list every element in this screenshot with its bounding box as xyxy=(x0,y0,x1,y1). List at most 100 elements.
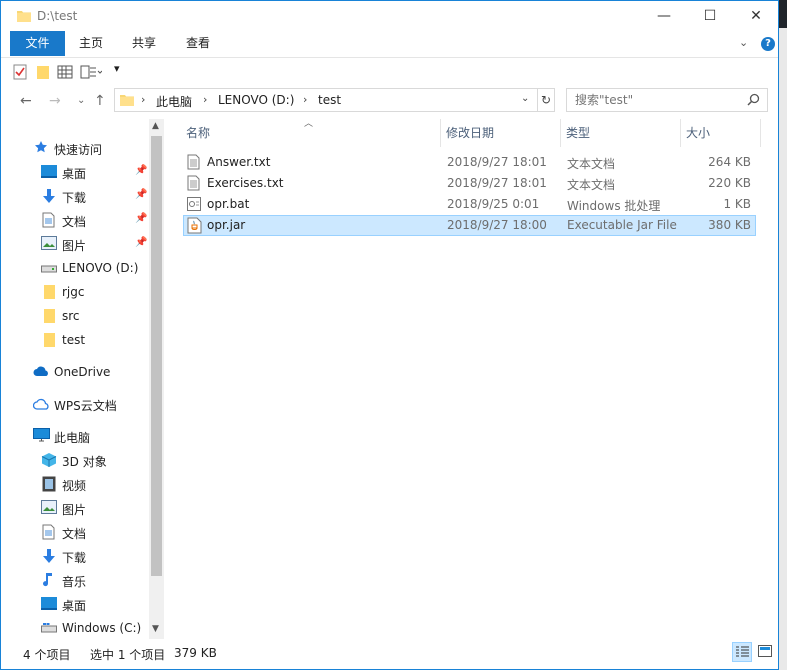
large-icons-view-icon xyxy=(758,645,772,660)
nav-item-test[interactable]: test xyxy=(9,329,149,351)
folder-icon xyxy=(120,93,134,109)
chevron-right-icon: › xyxy=(303,93,308,106)
search-icon[interactable] xyxy=(747,93,760,109)
window-title: D:\test xyxy=(37,9,78,23)
drive-icon xyxy=(41,263,57,277)
scroll-down-icon[interactable]: ▼ xyxy=(152,624,159,634)
refresh-button[interactable]: ↻ xyxy=(537,88,555,112)
explorer-window: D:\test — ☐ ✕ 文件 主页 共享 查看 ⌄ ? ▾ ← → ⌄ ↑ xyxy=(0,0,779,670)
nav-item-videos[interactable]: 视频 xyxy=(9,473,149,495)
nav-item-3d-objects[interactable]: 3D 对象 xyxy=(9,449,149,471)
expand-ribbon-icon[interactable]: ⌄ xyxy=(739,36,748,49)
nav-item-rjgc[interactable]: rjgc xyxy=(9,281,149,303)
text-file-icon xyxy=(187,154,200,173)
column-header-name[interactable]: 名称 xyxy=(186,119,436,147)
text-file-icon xyxy=(187,175,200,194)
nav-item-src[interactable]: src xyxy=(9,305,149,327)
file-row[interactable]: opr.bat 2018/9/25 0:01 Windows 批处理 1 KB xyxy=(183,194,756,215)
nav-item-documents[interactable]: 文档 📌 xyxy=(9,209,149,231)
nav-item-desktop[interactable]: 桌面 📌 xyxy=(9,161,149,183)
breadcrumb-lenovo-d[interactable]: LENOVO (D:) xyxy=(218,93,294,107)
nav-item-windows-c[interactable]: Windows (C:) xyxy=(9,617,149,639)
address-bar[interactable]: › 此电脑 › LENOVO (D:) › test ⌄ xyxy=(114,88,538,112)
nav-item-music[interactable]: 音乐 xyxy=(9,569,149,591)
nav-item-pictures-2[interactable]: 图片 xyxy=(9,497,149,519)
address-dropdown-icon[interactable]: ⌄ xyxy=(521,93,529,104)
nav-item-downloads[interactable]: 下载 📌 xyxy=(9,185,149,207)
desktop-icon xyxy=(41,164,57,181)
tab-share[interactable]: 共享 xyxy=(121,31,167,56)
customize-toolbar-icon[interactable]: ▾ xyxy=(114,62,120,75)
nav-item-documents-2[interactable]: 文档 xyxy=(9,521,149,543)
scroll-up-icon[interactable]: ▲ xyxy=(152,121,159,131)
tab-file[interactable]: 文件 xyxy=(10,31,65,56)
nav-item-wps-cloud[interactable]: WPS云文档 xyxy=(9,393,149,415)
column-header-modified[interactable]: 修改日期 xyxy=(446,119,556,147)
breadcrumb-test[interactable]: test xyxy=(318,93,341,107)
column-divider[interactable] xyxy=(560,119,561,147)
nav-item-desktop-2[interactable]: 桌面 xyxy=(9,593,149,615)
computer-icon xyxy=(33,428,50,446)
back-arrow-icon[interactable]: ← xyxy=(20,93,32,109)
new-folder-icon[interactable] xyxy=(36,64,50,83)
close-button[interactable]: ✕ xyxy=(733,1,779,31)
title-bar[interactable]: D:\test — ☐ ✕ xyxy=(1,1,778,31)
breadcrumb-this-pc[interactable]: 此电脑 xyxy=(156,93,192,110)
chevron-right-icon: › xyxy=(203,93,208,106)
minimize-button[interactable]: — xyxy=(641,1,687,31)
download-icon xyxy=(41,548,57,567)
column-divider[interactable] xyxy=(680,119,681,147)
file-size: 220 KB xyxy=(708,176,751,190)
maximize-button[interactable]: ☐ xyxy=(687,1,733,31)
document-icon xyxy=(42,524,55,543)
file-row[interactable]: Answer.txt 2018/9/27 18:01 文本文档 264 KB xyxy=(183,152,756,173)
forward-arrow-icon[interactable]: → xyxy=(49,93,61,109)
3d-objects-icon xyxy=(41,452,57,471)
pin-icon[interactable]: 📌 xyxy=(135,165,147,176)
scroll-thumb[interactable] xyxy=(151,136,162,576)
large-icons-view-button[interactable] xyxy=(755,642,775,662)
column-header-size[interactable]: 大小 xyxy=(686,119,756,147)
view-options-icon[interactable] xyxy=(80,64,103,83)
column-divider[interactable] xyxy=(760,119,761,147)
jar-file-icon xyxy=(187,217,202,237)
nav-scrollbar[interactable]: ▲ ▼ xyxy=(149,119,164,639)
tab-home[interactable]: 主页 xyxy=(69,31,113,56)
up-arrow-icon[interactable]: ↑ xyxy=(94,93,106,109)
nav-item-lenovo-d[interactable]: LENOVO (D:) xyxy=(9,257,149,279)
help-icon[interactable]: ? xyxy=(761,37,775,51)
file-name: opr.jar xyxy=(207,218,246,232)
pin-icon[interactable]: 📌 xyxy=(135,189,147,200)
column-divider[interactable] xyxy=(440,119,441,147)
file-list: ︿ 名称 修改日期 类型 大小 Answer.txt 2018/9/27 18:… xyxy=(166,119,778,639)
nav-item-this-pc[interactable]: 此电脑 xyxy=(9,425,149,447)
file-modified: 2018/9/25 0:01 xyxy=(447,197,540,211)
close-icon: ✕ xyxy=(750,8,762,24)
column-header-type[interactable]: 类型 xyxy=(566,119,676,147)
nav-item-pictures[interactable]: 图片 📌 xyxy=(9,233,149,255)
properties-icon[interactable] xyxy=(13,64,27,83)
file-name: Exercises.txt xyxy=(207,176,284,190)
windows-drive-icon xyxy=(41,622,57,637)
recent-locations-icon[interactable]: ⌄ xyxy=(77,95,85,106)
background-strip xyxy=(779,0,787,670)
nav-item-quick-access[interactable]: 快速访问 xyxy=(9,137,149,159)
file-modified: 2018/9/27 18:01 xyxy=(447,155,547,169)
quick-access-toolbar: ▾ xyxy=(1,57,778,86)
details-view-button[interactable] xyxy=(732,642,752,662)
minimize-icon: — xyxy=(657,8,671,24)
file-row-selected[interactable]: opr.jar 2018/9/27 18:00 Executable Jar F… xyxy=(183,215,756,236)
nav-item-downloads-2[interactable]: 下载 xyxy=(9,545,149,567)
grid-view-icon[interactable] xyxy=(57,64,73,83)
search-input[interactable] xyxy=(573,92,747,108)
file-row[interactable]: Exercises.txt 2018/9/27 18:01 文本文档 220 K… xyxy=(183,173,756,194)
search-box[interactable] xyxy=(566,88,768,112)
onedrive-icon xyxy=(33,366,50,380)
nav-item-onedrive[interactable]: OneDrive xyxy=(9,361,149,383)
pin-icon[interactable]: 📌 xyxy=(135,213,147,224)
pin-icon[interactable]: 📌 xyxy=(135,237,147,248)
tab-view[interactable]: 查看 xyxy=(175,31,221,56)
file-size: 380 KB xyxy=(708,218,751,232)
selection-size: 379 KB xyxy=(174,646,217,660)
folder-icon xyxy=(43,284,56,303)
